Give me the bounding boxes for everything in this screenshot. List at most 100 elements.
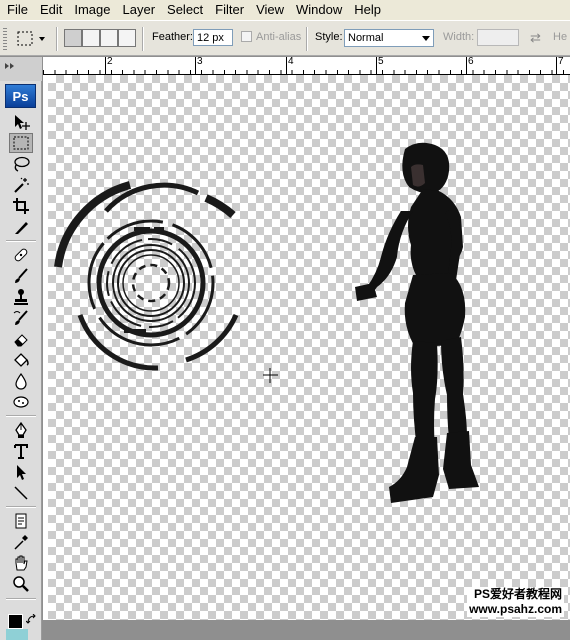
watermark-title: PS爱好者教程网: [467, 587, 564, 602]
zoom-tool[interactable]: [9, 574, 33, 594]
collapse-arrows-icon: [5, 63, 14, 69]
blur-tool[interactable]: [9, 371, 33, 391]
add-to-selection-button[interactable]: [82, 29, 100, 47]
options-bar-grip[interactable]: [3, 28, 7, 50]
ps-logo[interactable]: Ps: [5, 84, 36, 108]
toolbox-separator: [6, 506, 36, 508]
menu-window[interactable]: Window: [290, 0, 348, 20]
menu-file[interactable]: File: [0, 0, 34, 20]
options-bar: Feather: 12 px Anti-alias Style: Normal …: [0, 20, 570, 56]
separator: [142, 27, 144, 51]
sponge-icon: [13, 396, 29, 408]
menu-bar: File Edit Image Layer Select Filter View…: [0, 0, 570, 20]
toolbox-separator: [6, 240, 36, 242]
eraser-tool[interactable]: [9, 329, 33, 349]
menu-help[interactable]: Help: [348, 0, 387, 20]
stamp-icon: [14, 289, 28, 305]
slice-tool[interactable]: [9, 217, 33, 237]
slice-knife-icon: [15, 222, 28, 234]
width-label: Width:: [443, 31, 475, 43]
intersect-selection-button[interactable]: [118, 29, 136, 47]
crop-icon: [13, 198, 29, 214]
eraser-icon: [14, 334, 28, 347]
ruler-major-tick: [466, 57, 467, 74]
watermark-url: www.psahz.com: [467, 602, 564, 617]
blur-drop-icon: [15, 372, 27, 390]
magnifier-icon: [13, 576, 29, 592]
eyedropper-tool[interactable]: [9, 532, 33, 552]
chevron-down-icon: [422, 36, 430, 41]
feather-input[interactable]: 12 px: [193, 29, 233, 46]
separator: [56, 27, 58, 51]
toolbox: Ps: [0, 57, 42, 640]
eyedropper-icon: [14, 535, 28, 550]
hand-icon: [15, 555, 28, 571]
subtract-from-selection-button[interactable]: [100, 29, 118, 47]
ruler-major-tick: [376, 57, 377, 74]
ruler-major-tick: [105, 57, 106, 74]
lasso-tool[interactable]: [9, 154, 33, 174]
arrow-pointer-icon: [17, 465, 26, 480]
separator: [306, 27, 308, 51]
dodge-tool[interactable]: [9, 392, 33, 412]
menu-select[interactable]: Select: [161, 0, 209, 20]
hand-tool[interactable]: [9, 553, 33, 573]
foreground-color-swatch[interactable]: [8, 614, 23, 629]
note-icon: [15, 513, 27, 529]
magic-wand-icon: [14, 177, 29, 193]
menu-filter[interactable]: Filter: [209, 0, 250, 20]
menu-edit[interactable]: Edit: [34, 0, 68, 20]
ruler-ticks: [43, 57, 570, 74]
antialias-checkbox[interactable]: [241, 31, 252, 42]
width-input[interactable]: [477, 29, 519, 46]
woman-figure-image: [355, 142, 479, 503]
new-selection-button[interactable]: [64, 29, 82, 47]
magic-wand-tool[interactable]: [9, 175, 33, 195]
style-select[interactable]: Normal: [344, 29, 434, 47]
bandage-icon: [14, 248, 28, 262]
line-icon: [14, 486, 28, 500]
type-tool[interactable]: [9, 441, 33, 461]
rect-marquee-icon: [13, 136, 29, 150]
toolbox-separator: [6, 415, 36, 417]
paint-bucket-icon: [14, 353, 29, 367]
ruler-major-tick: [286, 57, 287, 74]
lasso-icon: [14, 156, 30, 172]
healing-brush-tool[interactable]: [9, 245, 33, 265]
ruler-major-tick: [195, 57, 196, 74]
paint-bucket-tool[interactable]: [9, 350, 33, 370]
pen-tool[interactable]: [9, 420, 33, 440]
brush-tool[interactable]: [9, 266, 33, 286]
crop-tool[interactable]: [9, 196, 33, 216]
crosshair-cursor-icon: [263, 368, 278, 383]
toolbox-header[interactable]: [0, 57, 42, 81]
marquee-tool[interactable]: [9, 133, 33, 153]
history-brush-icon: [13, 310, 28, 325]
height-label: He: [553, 31, 568, 43]
style-select-value: Normal: [348, 32, 384, 44]
tool-preset-picker[interactable]: [12, 28, 50, 50]
canvas-bottom-strip: [43, 620, 570, 640]
ruler-major-tick: [556, 57, 557, 74]
horizontal-ruler[interactable]: 2 3 4 5 6 7: [43, 57, 570, 75]
line-tool[interactable]: [9, 483, 33, 503]
feather-label: Feather:: [152, 31, 193, 43]
clone-stamp-tool[interactable]: [9, 287, 33, 307]
watermark: PS爱好者教程网 www.psahz.com: [467, 587, 564, 617]
swap-colors-icon[interactable]: [26, 614, 38, 626]
background-color-swatch[interactable]: [6, 629, 28, 640]
brush-icon: [15, 268, 28, 283]
menu-layer[interactable]: Layer: [117, 0, 162, 20]
document-canvas[interactable]: PS爱好者教程网 www.psahz.com: [48, 75, 570, 620]
menu-view[interactable]: View: [250, 0, 290, 20]
notes-tool[interactable]: [9, 511, 33, 531]
pen-nib-icon: [15, 421, 27, 438]
type-t-icon: [14, 444, 28, 459]
menu-image[interactable]: Image: [68, 0, 116, 20]
rect-marquee-preset-icon: [17, 31, 45, 46]
history-brush-tool[interactable]: [9, 308, 33, 328]
move-tool[interactable]: [9, 112, 33, 132]
swap-width-height-icon[interactable]: ⇄: [530, 30, 541, 46]
path-selection-tool[interactable]: [9, 462, 33, 482]
toolbox-separator: [6, 598, 36, 600]
